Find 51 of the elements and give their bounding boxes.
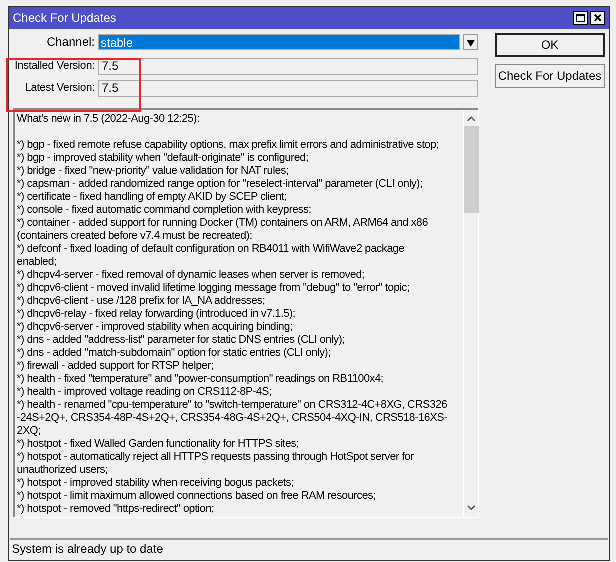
window-title: Check For Updates — [13, 10, 118, 27]
note-line: What's new in 7.5 (2022-Aug-30 12:25): — [17, 113, 200, 126]
note-line: *) container - added support for running Docker (TM) containers on ARM, ARM64 and x86 — [17, 217, 428, 230]
note-line: 2XQ; — [17, 425, 41, 438]
check-updates-button[interactable]: Check For Updates — [495, 64, 605, 88]
note-line: *) dhcpv6-client - use /128 prefix for IA_NA addresses; — [17, 295, 266, 308]
dropdown-value: stable — [98, 34, 460, 50]
close-icon — [594, 14, 602, 22]
note-line: *) dns - added "address-list" parameter for static DNS entries (CLI only); — [17, 334, 345, 347]
note-line: *) firewall - added support for RTSP helper; — [17, 360, 214, 373]
note-line: *) dns - added "match-subdomain" option for static entries (CLI only); — [17, 347, 331, 360]
note-line: *) dhcpv6-client - moved invalid lifetime logging message from "debug" to "error" topic; — [17, 282, 410, 295]
close-button[interactable] — [590, 11, 605, 25]
maximize-icon — [576, 14, 585, 22]
note-line: *) console - fixed automatic command completion with keypress; — [17, 204, 312, 217]
note-line: *) dhcpv4-server - fixed removal of dynamic leases when server is removed; — [17, 269, 365, 282]
field-label: Latest Version: — [24, 80, 96, 96]
note-line: unauthorized users; — [17, 464, 108, 477]
note-line: *) defconf - fixed loading of default configuration on RB4011 with WifiWave2 package — [17, 243, 405, 256]
field-label: Channel: — [46, 34, 96, 51]
note-line: *) hostpot - fixed Walled Garden functionality for HTTPS sites; — [17, 438, 300, 451]
note-line: *) health - improved voltage reading on CRS112-8P-4S; — [17, 386, 272, 399]
note-line: *) health - renamed "cpu-temperature" to "switch-temperature" on CRS312-4C+8XG, CRS326 — [17, 399, 448, 412]
note-line: *) certificate - fixed handling of empty AKID by SCEP client; — [17, 191, 288, 204]
scrollbar[interactable] — [463, 110, 478, 517]
note-line: *) capsman - added randomized range option for "reselect-interval" parameter (CLI only); — [17, 178, 423, 191]
note-line: *) hotspot - automatically reject all HTTPS requests passing through HotSpot server for — [17, 451, 414, 464]
channel-dropdown[interactable]: stable — [98, 33, 478, 51]
note-line: *) health - fixed "temperature" and "power-consumption" readings on RB1100x4; — [17, 373, 384, 386]
scroll-up-icon[interactable] — [466, 116, 476, 122]
field-label: Installed Version: — [14, 58, 96, 74]
dropdown-arrow-icon — [466, 38, 474, 46]
dropdown-button[interactable] — [463, 34, 478, 50]
value-field: 7.5 — [98, 58, 478, 74]
value-field: 7.5 — [98, 80, 478, 96]
ok-button[interactable]: OK — [495, 33, 605, 57]
note-line: *) bridge - fixed "new-priority" value validation for NAT rules; — [17, 165, 289, 178]
note-line: *) bgp - improved stability when "default-originate" is configured; — [17, 152, 309, 165]
note-line: *) dhcpv6-relay - fixed relay forwarding (introduced in v7.1.5); — [17, 308, 296, 321]
status-bar: System is already up to date — [10, 538, 608, 558]
note-line: *) hotspot - limit maximum allowed connections based on free RAM resources; — [17, 490, 376, 503]
maximize-button[interactable] — [573, 11, 588, 25]
note-line: -24S+2Q+, CRS354-48P-4S+2Q+, CRS354-48G-4S+2Q+, CRS504-4XQ-IN, CRS518-16XS- — [17, 412, 448, 425]
note-line: *) hotspot - improved stability when receiving bogus packets; — [17, 477, 294, 490]
scrollbar-thumb[interactable] — [464, 126, 478, 213]
note-line: *) dhcpv6-server - improved stability when acquiring binding; — [17, 321, 293, 334]
note-line: *) hotspot - removed "https-redirect" option; — [17, 503, 214, 516]
note-line: enabled; — [17, 256, 57, 269]
note-line: (containers created before v7.4 must be recreated); — [17, 230, 252, 243]
scroll-down-icon[interactable] — [466, 505, 476, 511]
note-line: *) bgp - fixed remote refuse capability options, max prefix limit errors and administrative stop; — [17, 139, 440, 152]
